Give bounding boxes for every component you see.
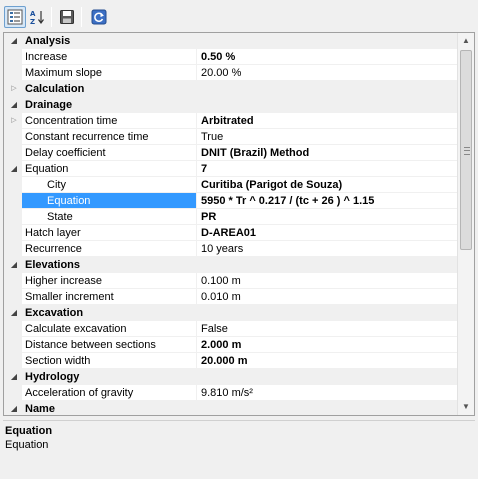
property-value[interactable]: 0.100 m: [197, 273, 463, 289]
property-value[interactable]: 5950 * Tr ^ 0.217 / (tc + 26 ) ^ 1.15: [197, 193, 463, 209]
property-value[interactable]: Curitiba (Parigot de Souza): [197, 177, 463, 193]
property-name: Section width: [22, 353, 197, 369]
property-value[interactable]: 10 years: [197, 241, 463, 257]
property-name: Delay coefficient: [22, 145, 197, 161]
property-row[interactable]: Section width 20.000 m: [4, 353, 463, 369]
property-value[interactable]: 9.810 m/s²: [197, 385, 463, 401]
property-value[interactable]: 0.010 m: [197, 289, 463, 305]
property-value[interactable]: 20.00 %: [197, 65, 463, 81]
property-row[interactable]: State PR: [4, 209, 463, 225]
property-name: Distance between sections: [22, 337, 197, 353]
property-value[interactable]: Arbitrated: [197, 113, 463, 129]
category-label: Excavation: [25, 307, 84, 319]
refresh-icon: [91, 9, 107, 25]
property-row[interactable]: Hatch layer D-AREA01: [4, 225, 463, 241]
sort-az-icon: A Z: [30, 10, 44, 25]
property-name: Equation: [22, 193, 197, 209]
property-value[interactable]: False: [197, 321, 463, 337]
category-label: Name: [25, 403, 55, 415]
category-label: Calculation: [25, 83, 85, 95]
property-rows: ◢ Analysis Increase 0.50 % Maximum slope 20.0…: [4, 33, 463, 415]
expand-icon[interactable]: ▷: [9, 81, 19, 97]
category-row[interactable]: ◢ Elevations: [4, 257, 463, 273]
category-row[interactable]: ◢ Drainage: [4, 97, 463, 113]
property-name: Concentration time: [22, 113, 197, 129]
property-row[interactable]: Acceleration of gravity 9.810 m/s²: [4, 385, 463, 401]
property-row[interactable]: Recurrence 10 years: [4, 241, 463, 257]
categorized-icon: [7, 9, 23, 25]
property-value[interactable]: 2.000 m: [197, 337, 463, 353]
property-row[interactable]: City Curitiba (Parigot de Souza): [4, 177, 463, 193]
svg-text:A: A: [30, 10, 36, 18]
category-label: Hydrology: [25, 371, 80, 383]
help-panel: Equation Equation: [3, 420, 475, 478]
property-name: Acceleration of gravity: [22, 385, 197, 401]
expand-icon[interactable]: ▷: [9, 113, 19, 129]
property-row[interactable]: Delay coefficient DNIT (Brazil) Method: [4, 145, 463, 161]
category-row[interactable]: ◢ Analysis: [4, 33, 463, 49]
property-row[interactable]: ▷ Concentration time Arbitrated: [4, 113, 463, 129]
svg-text:Z: Z: [30, 18, 35, 25]
property-row[interactable]: Maximum slope 20.00 %: [4, 65, 463, 81]
help-title: Equation: [5, 425, 53, 437]
scroll-down-arrow-icon[interactable]: ▼: [458, 399, 474, 415]
property-row[interactable]: Distance between sections 2.000 m: [4, 337, 463, 353]
property-name: Calculate excavation: [22, 321, 197, 337]
property-name: Maximum slope: [22, 65, 197, 81]
collapse-icon[interactable]: ◢: [9, 401, 19, 415]
property-name: Higher increase: [22, 273, 197, 289]
category-row[interactable]: ◢ Hydrology: [4, 369, 463, 385]
property-grid: ◢ Analysis Increase 0.50 % Maximum slope 20.0…: [3, 32, 475, 416]
property-row[interactable]: Calculate excavation False: [4, 321, 463, 337]
property-value[interactable]: 20.000 m: [197, 353, 463, 369]
collapse-icon[interactable]: ◢: [9, 97, 19, 113]
property-name: City: [22, 177, 197, 193]
collapse-icon[interactable]: ◢: [9, 305, 19, 321]
collapse-icon[interactable]: ◢: [9, 161, 19, 177]
property-row[interactable]: Smaller increment 0.010 m: [4, 289, 463, 305]
property-name: Hatch layer: [22, 225, 197, 241]
property-name: Equation: [22, 161, 197, 177]
toolbar: A Z: [0, 0, 478, 32]
category-label: Drainage: [25, 99, 73, 111]
property-row[interactable]: Increase 0.50 %: [4, 49, 463, 65]
property-value[interactable]: True: [197, 129, 463, 145]
save-button[interactable]: [56, 6, 78, 28]
collapse-icon[interactable]: ◢: [9, 369, 19, 385]
collapse-icon[interactable]: ◢: [9, 257, 19, 273]
property-value[interactable]: 0.50 %: [197, 49, 463, 65]
property-name: State: [22, 209, 197, 225]
scroll-up-arrow-icon[interactable]: ▲: [458, 33, 474, 49]
category-label: Elevations: [25, 259, 81, 271]
scrollbar-thumb[interactable]: [460, 50, 472, 250]
category-row[interactable]: ◢ Excavation: [4, 305, 463, 321]
property-name: Recurrence: [22, 241, 197, 257]
property-row[interactable]: Constant recurrence time True: [4, 129, 463, 145]
refresh-button[interactable]: [88, 6, 110, 28]
category-row[interactable]: ▷ Calculation: [4, 81, 463, 97]
categorized-view-button[interactable]: [4, 6, 26, 28]
category-label: Analysis: [25, 35, 71, 47]
property-row[interactable]: Equation 5950 * Tr ^ 0.217 / (tc + 26 ) ^…: [4, 193, 463, 209]
property-value[interactable]: 7: [197, 161, 463, 177]
property-value[interactable]: PR: [197, 209, 463, 225]
property-name: Constant recurrence time: [22, 129, 197, 145]
vertical-scrollbar[interactable]: ▲ ▼: [457, 33, 474, 415]
property-row[interactable]: ◢ Equation 7: [4, 161, 463, 177]
property-row[interactable]: Higher increase 0.100 m: [4, 273, 463, 289]
alphabetical-view-button[interactable]: A Z: [26, 6, 48, 28]
property-name: Smaller increment: [22, 289, 197, 305]
property-value[interactable]: D-AREA01: [197, 225, 463, 241]
category-row[interactable]: ◢ Name: [4, 401, 463, 415]
help-description: Equation: [5, 439, 49, 451]
collapse-icon[interactable]: ◢: [9, 33, 19, 49]
property-name: Increase: [22, 49, 197, 65]
property-value[interactable]: DNIT (Brazil) Method: [197, 145, 463, 161]
floppy-disk-icon: [60, 10, 74, 24]
